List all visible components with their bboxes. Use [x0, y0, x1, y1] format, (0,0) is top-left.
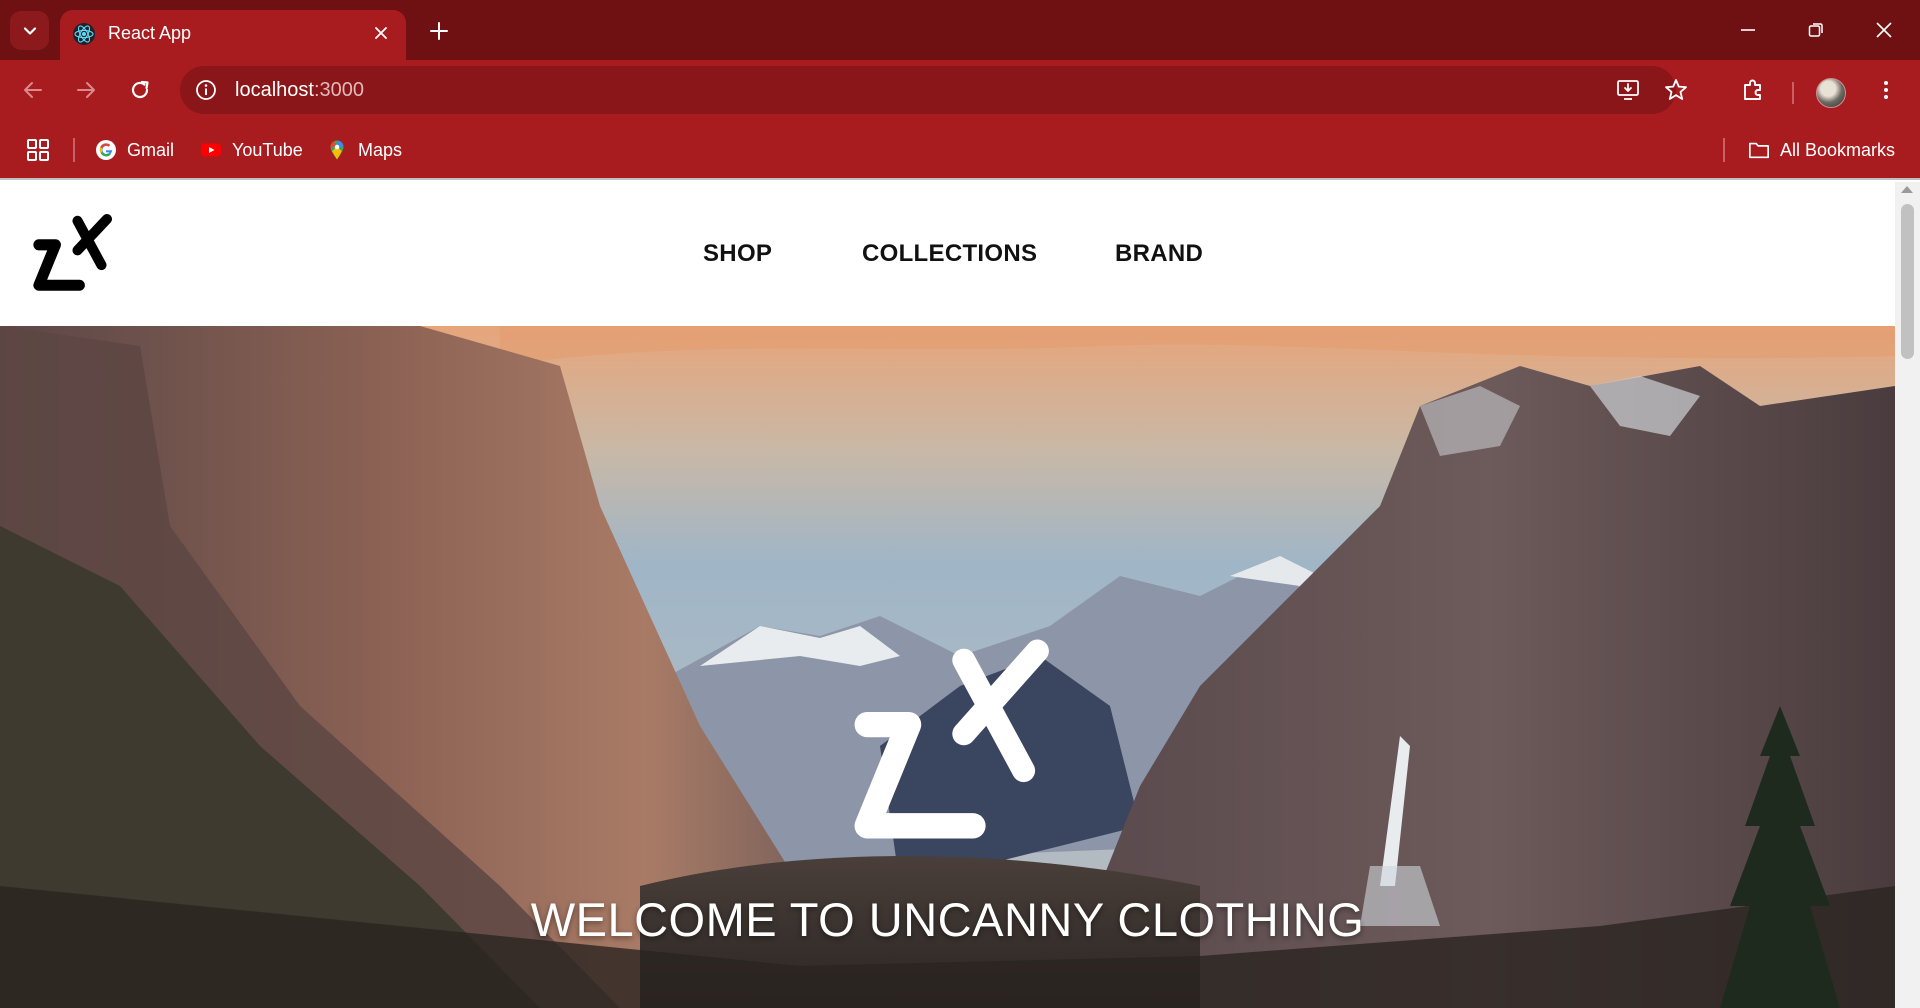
nav-collections[interactable]: COLLECTIONS — [862, 240, 1037, 268]
menu-button[interactable] — [1868, 72, 1904, 108]
install-desktop-icon — [1617, 80, 1639, 100]
folder-icon — [1748, 139, 1770, 161]
tab-title: React App — [108, 23, 192, 43]
browser-toolbar: localhost:3000 — [0, 60, 1920, 120]
bookmark-label: Maps — [358, 139, 403, 160]
apps-button[interactable] — [26, 137, 50, 163]
bookmark-star-button[interactable] — [1662, 76, 1690, 104]
bookmark-youtube[interactable]: YouTube — [200, 137, 303, 163]
toolbar-divider — [1792, 82, 1794, 104]
back-button[interactable] — [15, 72, 51, 108]
close-icon — [375, 27, 387, 39]
hero-banner: WELCOME TO UNCANNY CLOTHING — [0, 326, 1895, 1008]
tab-close-button[interactable] — [368, 20, 394, 46]
minimize-icon — [1741, 29, 1755, 31]
scroll-up-arrow-icon[interactable] — [1901, 186, 1913, 193]
arrow-left-icon — [24, 82, 42, 98]
page-scrollbar[interactable] — [1895, 182, 1920, 1008]
url-host: localhost — [235, 79, 314, 101]
react-icon — [73, 23, 95, 45]
all-bookmarks-label: All Bookmarks — [1780, 139, 1896, 160]
address-bar[interactable]: localhost:3000 — [180, 66, 1687, 114]
nav-brand[interactable]: BRAND — [1115, 240, 1203, 268]
restore-button[interactable] — [1798, 12, 1834, 48]
brand-logo[interactable] — [26, 208, 118, 300]
restore-icon — [1808, 23, 1823, 37]
page-viewport: SHOP COLLECTIONS BRAND WELCOME TO UNCANN… — [0, 182, 1920, 1008]
bookmark-label: YouTube — [232, 139, 303, 160]
nav-shop[interactable]: SHOP — [703, 240, 772, 268]
plus-icon — [430, 22, 448, 40]
scroll-thumb[interactable] — [1901, 204, 1914, 359]
all-bookmarks-button[interactable]: All Bookmarks — [1748, 137, 1895, 163]
more-vertical-icon — [1884, 81, 1888, 99]
google-icon — [95, 139, 117, 161]
site-info-icon[interactable] — [194, 78, 218, 102]
tab-search-button[interactable] — [10, 11, 49, 50]
bookmark-gmail[interactable]: Gmail — [95, 137, 174, 163]
tab-strip: React App — [0, 0, 1920, 60]
minimize-button[interactable] — [1730, 12, 1766, 48]
youtube-icon — [200, 139, 222, 161]
puzzle-icon — [1744, 79, 1761, 100]
bookmarks-divider — [73, 138, 75, 162]
reload-button[interactable] — [122, 72, 158, 108]
apps-grid-icon — [27, 139, 49, 161]
bookmarks-divider — [1723, 138, 1725, 162]
url-port: :3000 — [313, 79, 364, 101]
profile-avatar[interactable] — [1816, 78, 1846, 108]
install-app-button[interactable] — [1614, 76, 1642, 104]
bookmark-maps[interactable]: Maps — [326, 137, 402, 163]
maps-icon — [326, 139, 348, 161]
close-icon — [1876, 22, 1892, 38]
hero-title: WELCOME TO UNCANNY CLOTHING — [530, 893, 1365, 946]
site-header: SHOP COLLECTIONS BRAND — [0, 182, 1895, 326]
browser-tab-active[interactable]: React App — [60, 10, 406, 60]
hero-brand-logo — [854, 639, 1049, 839]
reload-icon — [131, 80, 149, 99]
bookmark-label: Gmail — [127, 139, 175, 160]
url-text[interactable]: localhost:3000 — [235, 79, 364, 102]
bookmarks-bar: Gmail YouTube Maps All Bookmarks — [0, 120, 1920, 180]
star-icon — [1665, 79, 1687, 100]
forward-button[interactable] — [68, 72, 104, 108]
close-window-button[interactable] — [1866, 12, 1902, 48]
arrow-right-icon — [77, 82, 95, 98]
extensions-button[interactable] — [1735, 72, 1771, 108]
chevron-down-icon — [23, 26, 36, 35]
new-tab-button[interactable] — [424, 16, 454, 46]
